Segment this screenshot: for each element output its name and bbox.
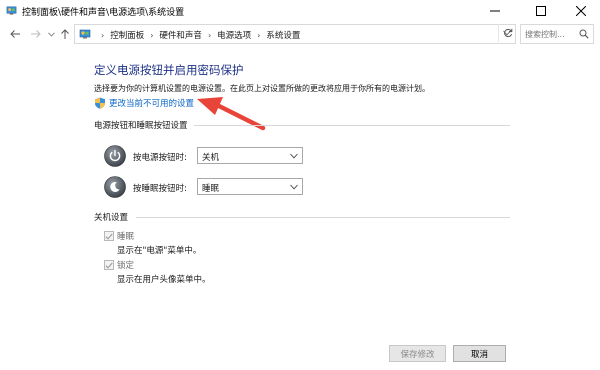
- chevron-down-icon: [290, 153, 298, 159]
- breadcrumb: › 控制面板 › 硬件和声音 › 电源选项 › 系统设置: [95, 29, 300, 42]
- back-button[interactable]: [8, 27, 22, 41]
- title-bar: 控制面板\硬件和声音\电源选项\系统设置: [0, 0, 600, 22]
- window-title: 控制面板\硬件和声音\电源选项\系统设置: [22, 8, 185, 18]
- maximize-icon: [536, 6, 546, 16]
- section-divider: [194, 125, 510, 126]
- shutdown-section-title: 关机设置: [94, 213, 129, 223]
- refresh-button[interactable]: [498, 24, 516, 42]
- change-link-label[interactable]: 更改当前不可用的设置: [109, 97, 194, 109]
- change-unavailable-settings-link[interactable]: 更改当前不可用的设置: [94, 96, 194, 110]
- sleep-button-action-select[interactable]: 睡眠: [197, 178, 303, 195]
- save-changes-button[interactable]: 保存修改: [389, 345, 446, 362]
- recent-locations-button[interactable]: [44, 27, 58, 41]
- chevron-right-icon[interactable]: ›: [208, 31, 211, 40]
- power-buttons-section-title: 电源按钮和睡眠按钮设置: [94, 121, 188, 131]
- minimize-icon: [490, 10, 500, 12]
- maximize-button[interactable]: [526, 0, 556, 22]
- sleep-button-icon: [104, 176, 126, 198]
- cancel-button[interactable]: 取消: [453, 345, 506, 362]
- chevron-down-icon: [47, 31, 55, 37]
- chevron-right-icon[interactable]: ›: [257, 31, 260, 40]
- lock-checkbox-description: 显示在用户头像菜单中。: [117, 275, 211, 285]
- checkmark-icon: [105, 262, 113, 269]
- close-icon: [576, 6, 586, 16]
- minimize-button[interactable]: [480, 0, 510, 22]
- checkmark-icon: [105, 233, 113, 240]
- section-divider: [136, 217, 510, 218]
- arrow-left-icon: [9, 30, 20, 38]
- sleep-checkbox[interactable]: [104, 231, 114, 241]
- power-button-action-select[interactable]: 关机: [197, 147, 303, 164]
- footer: 保存修改 取消: [0, 340, 600, 370]
- control-panel-icon: [79, 29, 91, 39]
- lock-checkbox-label: 锁定: [117, 261, 135, 271]
- breadcrumb-item-system-settings[interactable]: 系统设置: [266, 29, 300, 41]
- control-panel-icon: [6, 6, 17, 15]
- breadcrumb-item-control-panel[interactable]: 控制面板: [110, 29, 144, 41]
- chevron-down-icon: [290, 184, 298, 190]
- power-button-icon: [104, 145, 126, 167]
- chevron-right-icon: ›: [101, 30, 105, 40]
- page-description: 选择要为你的计算机设置的电源设置。在此页上对设置所做的更改将应用于你所有的电源计…: [94, 84, 430, 93]
- sleep-button-action-label: 按睡眠按钮时:: [133, 184, 187, 194]
- sleep-button-action-value: 睡眠: [202, 184, 220, 194]
- up-button[interactable]: [58, 27, 72, 41]
- breadcrumb-item-hardware-sound[interactable]: 硬件和声音: [159, 29, 202, 41]
- address-bar[interactable]: › 控制面板 › 硬件和声音 › 电源选项 › 系统设置: [74, 24, 516, 44]
- sleep-checkbox-label: 睡眠: [117, 232, 135, 242]
- annotation-arrow-icon: [197, 97, 266, 131]
- page-title: 定义电源按钮并启用密码保护: [94, 63, 244, 77]
- refresh-icon: [503, 28, 512, 38]
- lock-checkbox[interactable]: [104, 260, 114, 270]
- forward-button[interactable]: [28, 27, 42, 41]
- arrow-right-icon: [30, 30, 41, 38]
- uac-shield-icon: [95, 97, 105, 109]
- chevron-right-icon[interactable]: ›: [150, 31, 153, 40]
- search-box[interactable]: [520, 24, 594, 44]
- close-button[interactable]: [566, 0, 596, 22]
- search-icon: [579, 29, 589, 39]
- navigation-bar: › 控制面板 › 硬件和声音 › 电源选项 › 系统设置: [0, 22, 600, 46]
- power-button-action-label: 按电源按钮时:: [133, 153, 187, 163]
- sleep-checkbox-description: 显示在"电源"菜单中。: [117, 246, 202, 256]
- breadcrumb-item-power-options[interactable]: 电源选项: [217, 29, 251, 41]
- power-button-action-value: 关机: [202, 153, 220, 163]
- arrow-up-icon: [61, 28, 69, 39]
- search-input[interactable]: [525, 28, 577, 41]
